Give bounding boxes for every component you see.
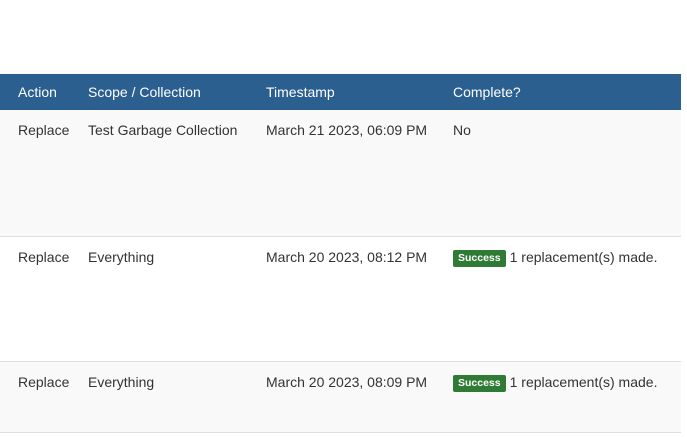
header-timestamp: Timestamp [266, 84, 335, 100]
table-header: Action Scope / Collection Timestamp Comp… [0, 74, 681, 110]
row-scope: Everything [88, 249, 155, 265]
row-scope: Test Garbage Collection [88, 122, 238, 138]
row-timestamp: March 20 2023, 08:09 PM [266, 374, 428, 390]
row-timestamp: March 20 2023, 08:12 PM [266, 249, 428, 265]
success-badge: Success [453, 250, 506, 267]
header-action: Action [18, 84, 57, 100]
row-action: Replace [18, 374, 70, 390]
row-complete-text: 1 replacement(s) made. [509, 374, 658, 390]
page: Action Scope / Collection Timestamp Comp… [0, 0, 687, 437]
table-row: Replace Everything March 20 2023, 08:09 … [0, 362, 681, 433]
table-row: Replace Test Garbage Collection March 21… [0, 110, 681, 237]
row-timestamp: March 21 2023, 06:09 PM [266, 122, 428, 138]
row-complete: No [436, 110, 681, 236]
row-complete: Success 1 replacement(s) made. [436, 362, 681, 432]
header-complete: Complete? [453, 84, 521, 100]
row-complete-text: 1 replacement(s) made. [509, 249, 658, 265]
row-action: Replace [18, 122, 70, 138]
table-row: Replace Everything March 20 2023, 08:12 … [0, 237, 681, 362]
header-scope: Scope / Collection [88, 84, 201, 100]
success-badge: Success [453, 375, 506, 392]
row-action: Replace [18, 249, 70, 265]
row-complete-text: No [453, 122, 471, 138]
history-table: Action Scope / Collection Timestamp Comp… [0, 74, 681, 433]
row-complete: Success 1 replacement(s) made. [436, 237, 681, 361]
row-scope: Everything [88, 374, 155, 390]
